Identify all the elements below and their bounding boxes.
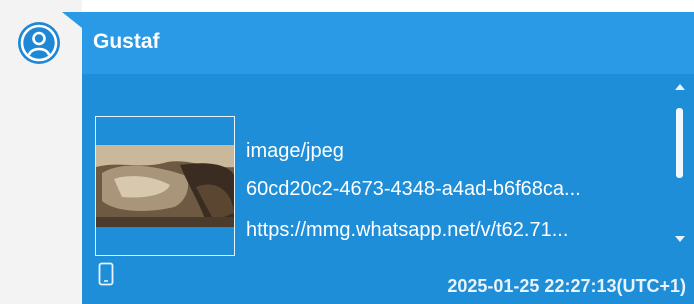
- scrollbar-thumb[interactable]: [676, 108, 683, 178]
- message-timestamp: 2025-01-25 22:27:13(UTC+1): [447, 276, 686, 296]
- attachment-url[interactable]: https://mmg.whatsapp.net/v/t62.71...: [246, 219, 568, 242]
- attachment-file-id: 60cd20c2-4673-4348-a4ad-b6f68ca...: [246, 178, 581, 200]
- sender-avatar[interactable]: [18, 22, 60, 64]
- user-avatar-icon: [20, 24, 58, 62]
- chevron-down-icon[interactable]: [675, 236, 685, 242]
- sender-name: Gustaf: [93, 30, 160, 53]
- attachment-mime-type: image/jpeg: [246, 140, 344, 162]
- image-thumbnail[interactable]: [95, 116, 235, 256]
- vertical-scrollbar[interactable]: [670, 82, 690, 262]
- message-header: Gustaf: [82, 12, 694, 74]
- message-bubble[interactable]: Gustaf image/jpeg 60cd20c2-4673-4348-a4a…: [82, 12, 694, 304]
- chevron-up-icon[interactable]: [675, 84, 685, 90]
- bubble-tail: [62, 12, 82, 28]
- mobile-phone-icon: [98, 262, 114, 286]
